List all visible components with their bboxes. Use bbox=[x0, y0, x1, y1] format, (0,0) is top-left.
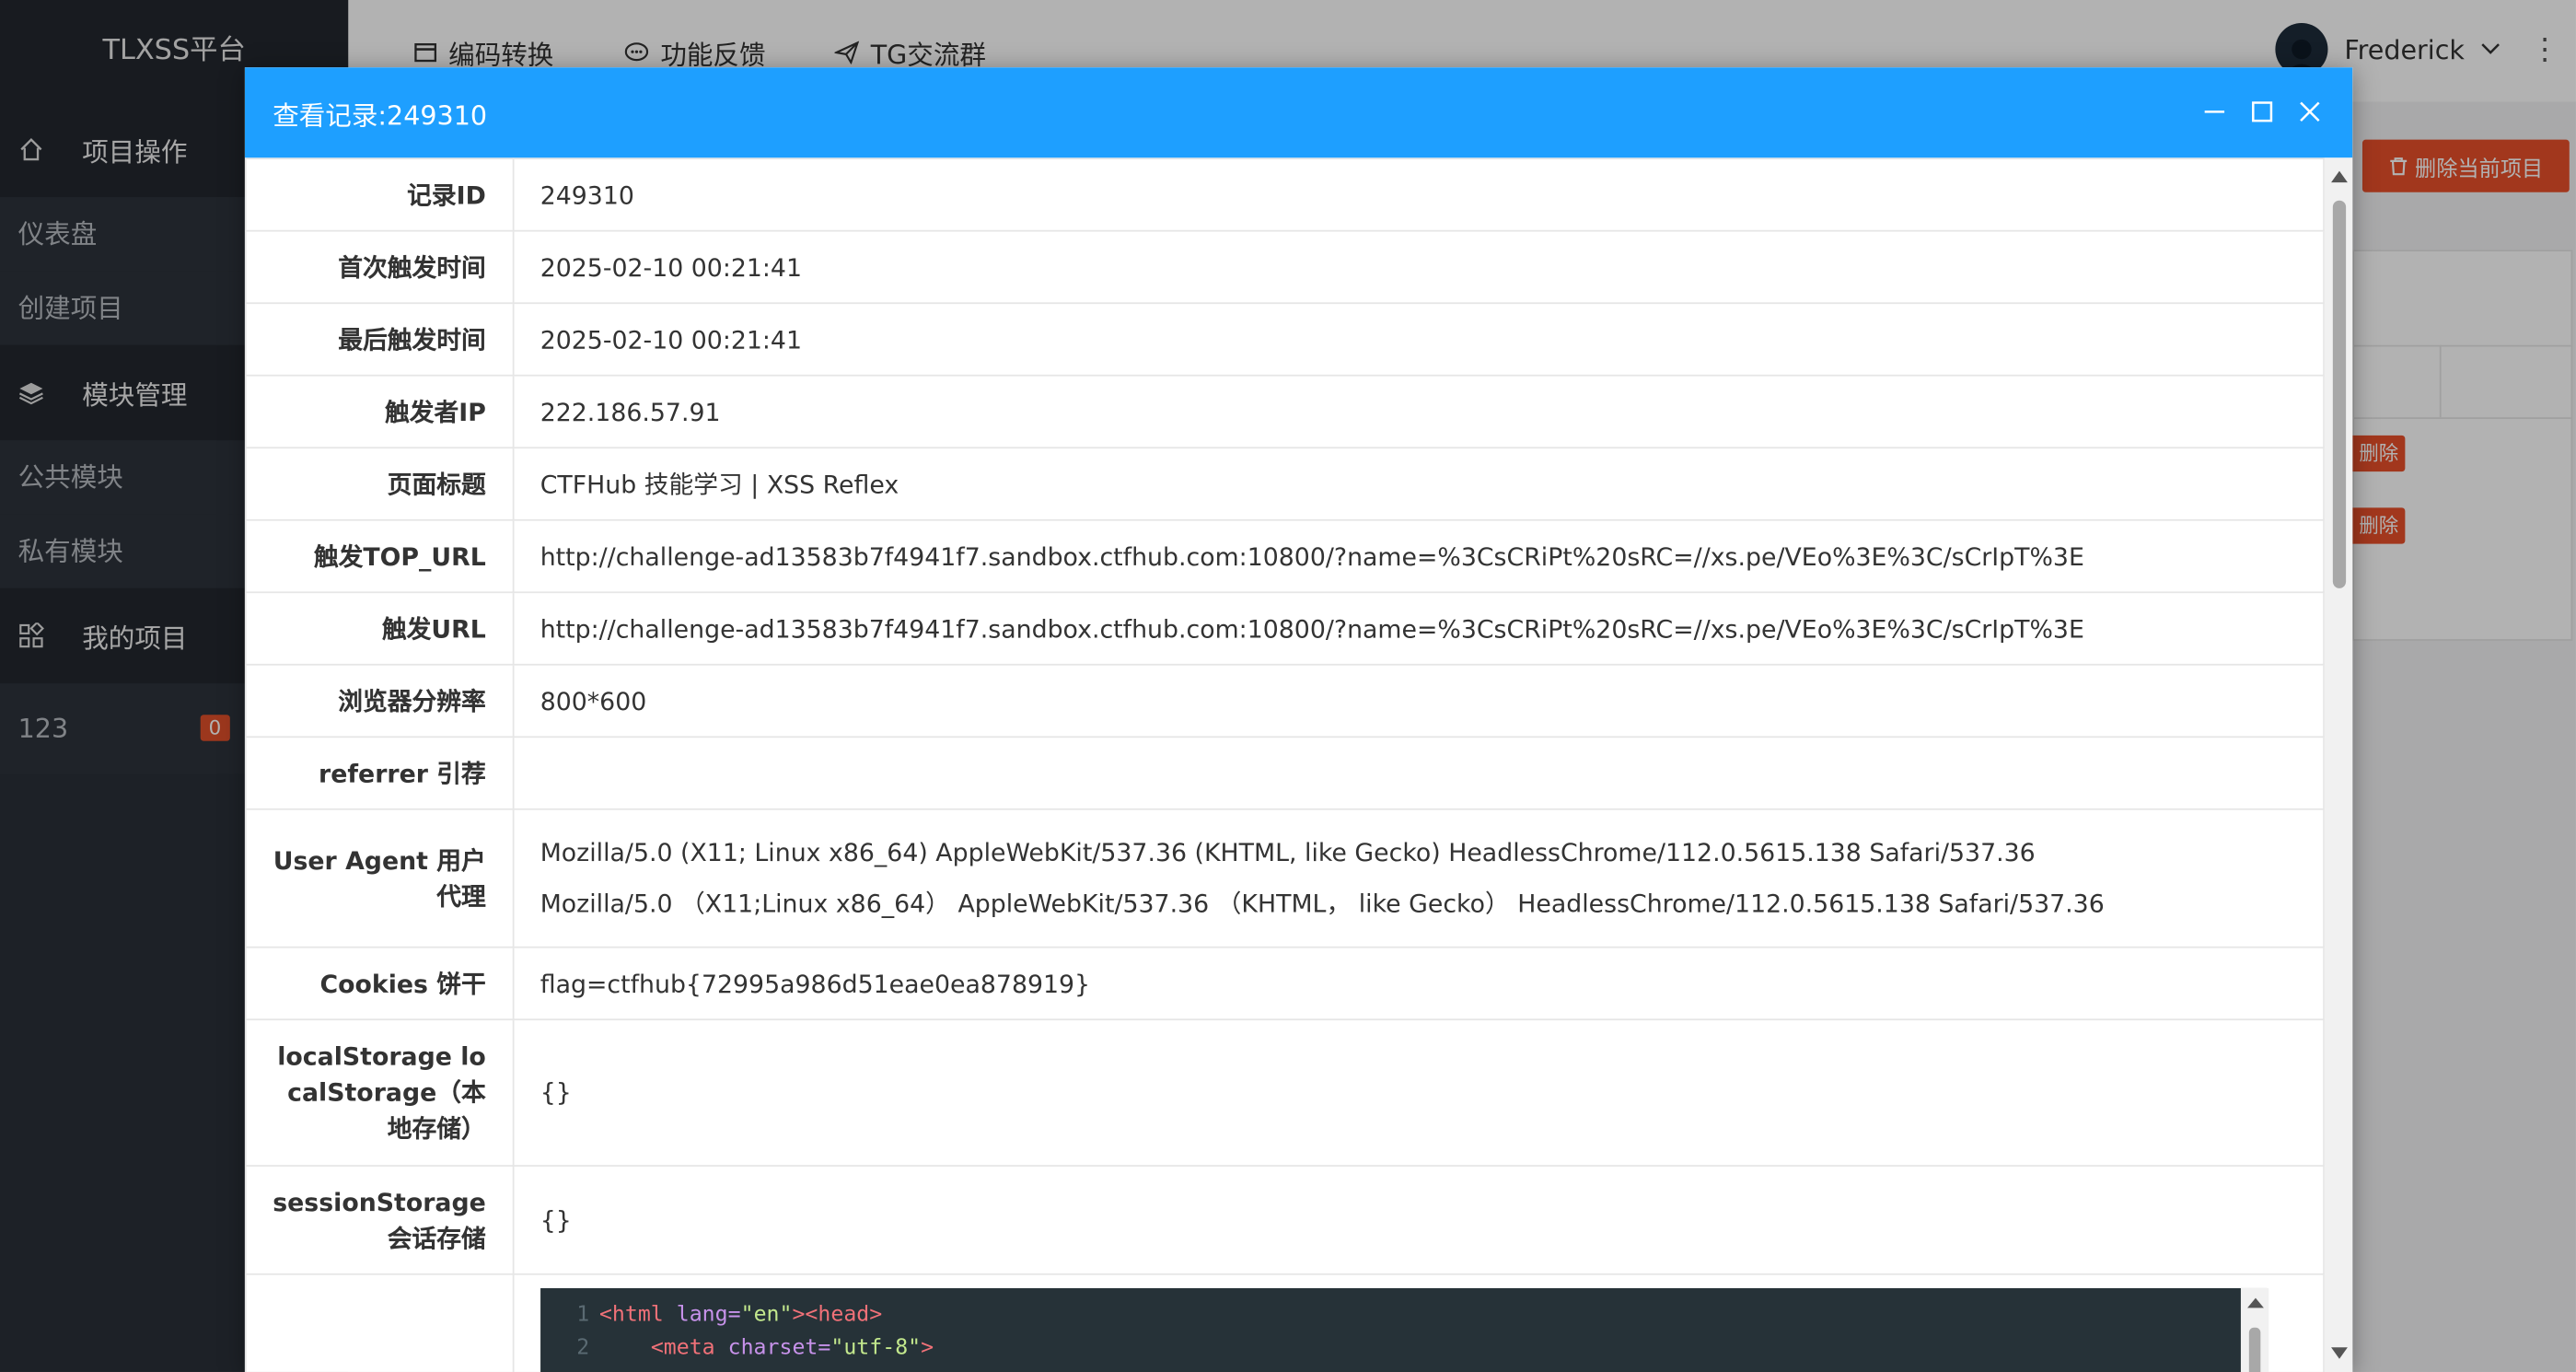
modal-title: 查看记录:249310 bbox=[273, 99, 488, 131]
minimize-icon[interactable] bbox=[2199, 97, 2229, 126]
table-row: localStorage localStorage（本地存储） {} bbox=[244, 1018, 2325, 1167]
scroll-up-arrow[interactable] bbox=[2247, 1297, 2264, 1308]
table-row: User Agent 用户代理 Mozilla/5.0 (X11; Linux … bbox=[244, 808, 2325, 948]
table-row: referrer 引荐 bbox=[244, 736, 2325, 810]
html-source-viewer[interactable]: 1 <html lang="en"><head> 2 <meta charset=… bbox=[540, 1287, 2269, 1372]
table-row: 最后触发时间 2025-02-10 00:21:41 bbox=[244, 302, 2325, 377]
row-value: 222.186.57.91 bbox=[512, 374, 2325, 449]
row-value: 1 <html lang="en"><head> 2 <meta charset=… bbox=[512, 1273, 2325, 1372]
row-value: {} bbox=[512, 1018, 2325, 1167]
line-number: 2 bbox=[576, 1335, 590, 1361]
line-number: 1 bbox=[576, 1303, 590, 1328]
record-modal: 查看记录:249310 记录ID 249310 首次触发时间 2025-02-1… bbox=[244, 67, 2353, 1372]
table-row: 触发URL http://challenge-ad13583b7f4941f7.… bbox=[244, 591, 2325, 666]
table-row: 浏览器分辨率 800*600 bbox=[244, 663, 2325, 738]
modal-body[interactable]: 记录ID 249310 首次触发时间 2025-02-10 00:21:41 最… bbox=[244, 157, 2325, 1372]
code-token: > bbox=[921, 1335, 934, 1361]
table-row: 记录ID 249310 bbox=[244, 157, 2325, 232]
table-row: 1 <html lang="en"><head> 2 <meta charset=… bbox=[244, 1273, 2325, 1372]
row-value: 800*600 bbox=[512, 663, 2325, 738]
row-key: referrer 引荐 bbox=[244, 736, 515, 810]
modal-scrollbar[interactable] bbox=[2324, 157, 2353, 1372]
row-value: Mozilla/5.0 (X11; Linux x86_64) AppleWeb… bbox=[512, 808, 2325, 948]
table-row: 页面标题 CTFHub 技能学习 | XSS Reflex bbox=[244, 447, 2325, 521]
row-value: 2025-02-10 00:21:41 bbox=[512, 302, 2325, 377]
row-key: 页面标题 bbox=[244, 447, 515, 521]
record-detail-table: 记录ID 249310 首次触发时间 2025-02-10 00:21:41 最… bbox=[244, 157, 2325, 1372]
code-token: <html bbox=[598, 1303, 677, 1328]
row-value: 2025-02-10 00:21:41 bbox=[512, 229, 2325, 305]
code-token: "en" bbox=[740, 1303, 793, 1328]
code-token: ><head> bbox=[792, 1303, 883, 1328]
row-key: User Agent 用户代理 bbox=[244, 808, 515, 948]
row-key: localStorage localStorage（本地存储） bbox=[244, 1018, 515, 1167]
row-key: 记录ID bbox=[244, 157, 515, 232]
modal-header: 查看记录:249310 bbox=[244, 67, 2353, 158]
row-key: Cookies 饼干 bbox=[244, 946, 515, 1021]
user-agent-raw: Mozilla/5.0 (X11; Linux x86_64) AppleWeb… bbox=[540, 837, 2036, 867]
close-icon[interactable] bbox=[2295, 97, 2325, 126]
row-value: {} bbox=[512, 1165, 2325, 1275]
row-value: http://challenge-ad13583b7f4941f7.sandbo… bbox=[512, 518, 2325, 594]
row-key: 浏览器分辨率 bbox=[244, 663, 515, 738]
scroll-down-arrow[interactable] bbox=[2331, 1347, 2348, 1359]
scroll-thumb[interactable] bbox=[2248, 1327, 2261, 1372]
table-row: 首次触发时间 2025-02-10 00:21:41 bbox=[244, 229, 2325, 305]
row-value: http://challenge-ad13583b7f4941f7.sandbo… bbox=[512, 591, 2325, 666]
maximize-icon[interactable] bbox=[2247, 97, 2277, 126]
code-token: "utf-8" bbox=[830, 1335, 922, 1361]
table-row: sessionStorage 会话存储 {} bbox=[244, 1165, 2325, 1275]
scroll-up-arrow[interactable] bbox=[2331, 170, 2348, 183]
row-value bbox=[512, 736, 2325, 810]
table-row: 触发者IP 222.186.57.91 bbox=[244, 374, 2325, 449]
code-line: 1 <html lang="en"><head> bbox=[540, 1299, 883, 1332]
row-key: 触发者IP bbox=[244, 374, 515, 449]
row-key: 首次触发时间 bbox=[244, 229, 515, 305]
row-key: 触发URL bbox=[244, 591, 515, 666]
screen: TLXSS平台 项目操作 仪表盘 创建项目 模块管理 公共模块 私有模块 我的项… bbox=[0, 0, 2576, 1372]
code-token: lang= bbox=[676, 1303, 741, 1328]
row-key: sessionStorage 会话存储 bbox=[244, 1165, 515, 1275]
row-key: 最后触发时间 bbox=[244, 302, 515, 377]
code-token: charset= bbox=[727, 1335, 831, 1361]
row-key: 触发TOP_URL bbox=[244, 518, 515, 594]
row-value: flag=ctfhub{72995a986d51eae0ea878919} bbox=[512, 946, 2325, 1021]
row-key bbox=[244, 1273, 515, 1372]
row-value: 249310 bbox=[512, 157, 2325, 232]
scroll-thumb[interactable] bbox=[2332, 200, 2347, 588]
code-scrollbar[interactable] bbox=[2240, 1287, 2269, 1372]
code-token: <meta bbox=[650, 1335, 728, 1361]
row-value: CTFHub 技能学习 | XSS Reflex bbox=[512, 447, 2325, 521]
table-row: 触发TOP_URL http://challenge-ad13583b7f494… bbox=[244, 518, 2325, 594]
user-agent-normalized: Mozilla/5.0 （X11;Linux x86_64） AppleWebK… bbox=[540, 888, 2105, 918]
code-line: 2 <meta charset="utf-8"> bbox=[540, 1332, 934, 1366]
table-row: Cookies 饼干 flag=ctfhub{72995a986d51eae0e… bbox=[244, 946, 2325, 1021]
